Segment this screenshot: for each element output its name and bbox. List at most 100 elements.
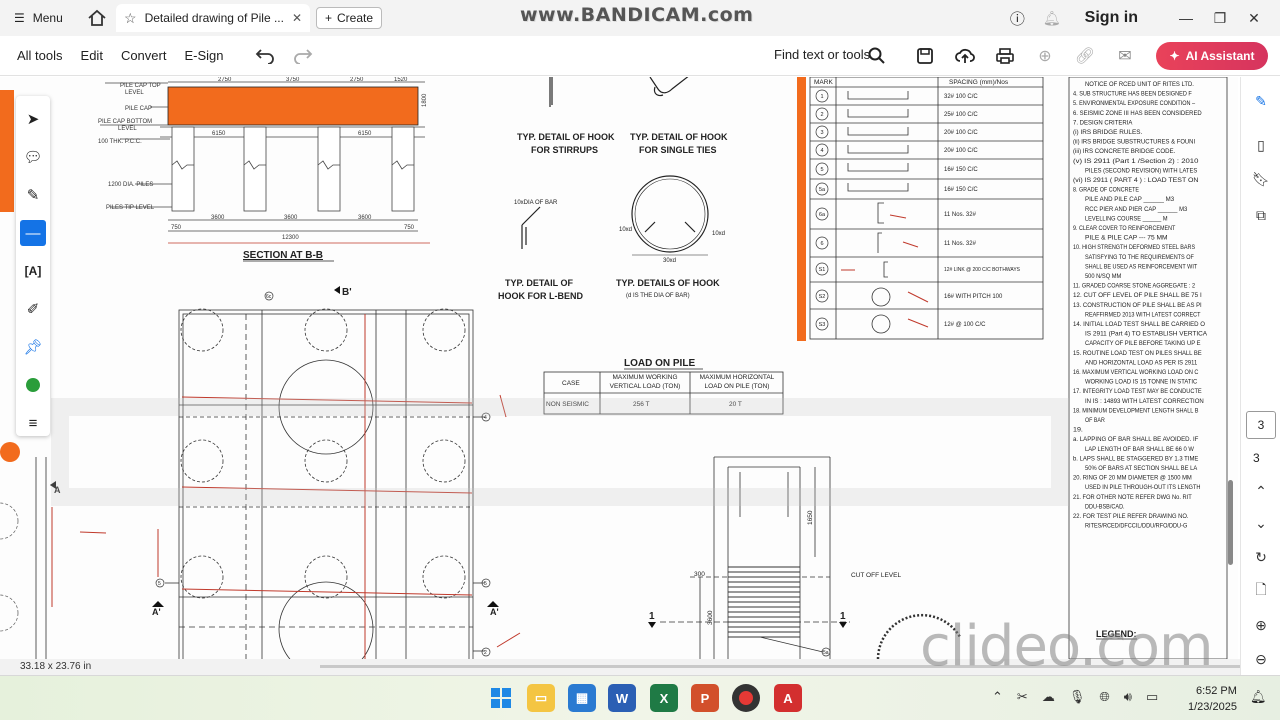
text-underline-icon[interactable]: — [20,220,46,246]
notification-bell-icon[interactable]: 🔔︎ [1043,10,1061,27]
more-options-icon[interactable]: ≡ [20,410,46,436]
print-icon[interactable] [994,45,1016,67]
recorder-icon[interactable] [732,684,760,712]
undo-icon[interactable] [254,45,276,67]
system-tray: ⌃ ✂ ☁ 🎙︎ 🌐︎ 🔊︎ ▭ [992,689,1158,705]
microphone-icon[interactable]: 🎙︎ [1069,689,1086,705]
dim-bot-3: 3600 [358,215,372,221]
bar-mark-label: 5 [820,167,823,173]
cloud-icon[interactable]: ☁ [1042,689,1055,705]
dim-top-3: 2750 [350,77,364,83]
label-level-2: LEVEL [118,126,137,132]
restore-icon[interactable]: ❐ [1212,10,1228,26]
excel-icon[interactable]: X [650,684,678,712]
note-line: SHALL BE USED AS REINFORCEMENT WIT [1085,263,1197,270]
store-icon[interactable]: ▦ [568,684,596,712]
esign-menu[interactable]: E-Sign [184,48,223,63]
highlight-pen-icon[interactable]: ✎ [20,182,46,208]
create-button[interactable]: + Create [316,7,383,29]
hook-ties-line2: FOR SINGLE TIES [639,145,717,155]
star-icon[interactable]: ☆ [124,10,137,27]
bar-mark-label: 6 [820,241,823,247]
hook-stirrups-line1: TYP. DETAIL OF HOOK [517,132,615,142]
battery-icon[interactable]: ▭ [1146,689,1158,705]
hook-lbend-line2: HOOK FOR L-BEND [498,291,583,301]
bar-spacing-label: 32# 100 C/C [944,94,978,100]
all-tools-menu[interactable]: All tools [17,48,63,63]
pdf-viewport[interactable]: PILE CAP TOP LEVEL PILE CAP PILE CAP BOT… [0,77,1238,659]
note-line: RITES/RCED/DFCCIL/DDU/RFO/DDU-G [1085,523,1187,530]
add-comment-icon[interactable]: 💬︎ [20,144,46,170]
note-line: OF BAR [1085,417,1105,424]
convert-menu[interactable]: Convert [121,48,167,63]
redo-icon[interactable] [292,45,314,67]
bar-mark-label: 3 [820,130,823,136]
document-tab[interactable]: ☆ Detailed drawing of Pile ... ✕ [116,4,310,32]
acrobat-icon[interactable]: A [774,684,802,712]
dim-1650: 1650 [807,510,814,525]
pin-icon[interactable]: 📌︎ [20,334,46,360]
powerpoint-icon[interactable]: P [691,684,719,712]
note-line: PILE & PILE CAP --- 75 MM [1085,235,1168,242]
ai-assistant-button[interactable]: ✦ AI Assistant [1156,42,1268,70]
load-title: LOAD ON PILE [624,358,695,369]
close-window-icon[interactable]: ✕ [1246,10,1262,26]
bar-spacing-label: 25# 100 C/C [944,112,978,118]
word-icon[interactable]: W [608,684,636,712]
thumbnails-icon[interactable]: ▯ [1251,135,1271,155]
zoom-out-icon[interactable]: ⊖ [1251,649,1271,669]
note-line: IS 2911 (Part 4) TO ESTABLISH VERTICA [1085,331,1208,338]
email-icon[interactable]: ✉ [1114,45,1136,67]
page-up-icon[interactable]: ⌃ [1251,481,1271,501]
close-icon[interactable]: ✕ [292,11,302,25]
globe-icon[interactable]: 🌐︎ [1099,689,1109,705]
find-tools-label[interactable]: Find text or tools [774,47,870,62]
chevron-up-icon[interactable]: ⌃ [992,689,1003,705]
engineering-drawing: PILE CAP TOP LEVEL PILE CAP PILE CAP BOT… [0,77,1238,659]
label-pile-cap: PILE CAP [125,106,152,112]
windows-start-icon[interactable] [487,684,515,712]
hook-ties-line1: TYP. DETAIL OF HOOK [630,132,728,142]
sign-in-button[interactable]: Sign in [1085,9,1138,27]
windows-taskbar: ▭ ▦ W X P A ⌃ ✂ ☁ 🎙︎ 🌐︎ 🔊︎ ▭ 6:52 PM 1/2… [0,675,1280,720]
file-explorer-icon[interactable]: ▭ [527,684,555,712]
left-tool-panel: ➤ 💬︎ ✎ — [A] ✐ 📌︎ ≡ [16,96,50,436]
note-line: SATISFYING TO THE REQUIREMENTS OF [1085,254,1194,261]
copy-pages-icon[interactable]: ⧉ [1251,205,1271,225]
bookmark-icon[interactable]: 🔖︎ [1251,169,1271,189]
add-user-icon[interactable]: ⊕ [1034,45,1056,67]
note-line: WORKING LOAD IS 15 TONNE IN STATIC [1085,379,1198,386]
vertical-scrollbar[interactable] [1228,480,1233,565]
screen-snip-icon[interactable]: ✂ [1017,689,1028,705]
page-down-icon[interactable]: ⌄ [1251,513,1271,533]
refresh-icon[interactable]: ↻ [1251,547,1271,567]
edit-menu[interactable]: Edit [81,48,103,63]
save-icon[interactable] [914,45,936,67]
comments-panel-icon[interactable]: ✎ [1251,91,1271,111]
home-icon[interactable] [86,7,108,29]
help-icon[interactable]: ⓘ [1010,8,1025,29]
dim-mid-1: 6150 [212,131,226,137]
menu-button[interactable]: ☰ Menu [14,11,63,25]
color-dot-icon[interactable] [20,372,46,398]
search-icon[interactable] [866,45,888,67]
dim-edge-1: 750 [171,225,182,231]
text-select-icon[interactable]: [A] [20,258,46,284]
draw-tool-icon[interactable]: ✐ [20,296,46,322]
bar-mark-label: S2 [819,294,826,300]
zoom-in-icon[interactable]: ⊕ [1251,615,1271,635]
bar-spacing-label: 11 Nos. 32# [944,212,977,218]
document-properties-icon[interactable]: 🗋︎ [1251,581,1271,601]
speaker-icon[interactable]: 🔊︎ [1124,689,1132,705]
dim-bot-1: 3600 [211,215,225,221]
page-number-input[interactable]: 3 [1246,411,1276,439]
minimize-icon[interactable]: — [1178,10,1194,26]
notifications-icon[interactable]: 🔔︎ [1250,689,1267,705]
upload-cloud-icon[interactable] [954,45,976,67]
link-icon[interactable]: 🔗︎ [1074,45,1096,67]
svg-text:2: 2 [484,650,487,656]
clock[interactable]: 6:52 PM 1/23/2025 [1188,683,1237,715]
note-line: REAFFIRMED 2013 WITH LATEST CORRECT [1085,311,1201,318]
select-cursor-icon[interactable]: ➤ [20,106,46,132]
note-line: LAP LENGTH OF BAR SHALL BE 66 0 W [1085,446,1194,453]
